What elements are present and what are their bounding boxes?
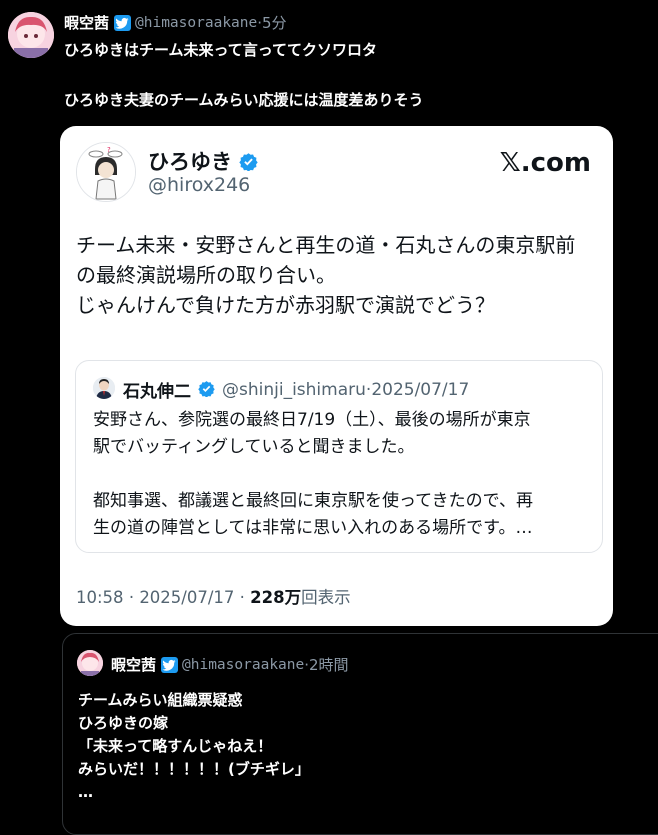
verified-check-icon [239,152,258,172]
embedded-display-name[interactable]: ひろゆき [148,146,232,176]
reply-line: チームみらい組織票疑惑 [78,691,243,709]
quoted-text: 安野さん、参院選の最終日7/19（土）、最後の場所が東京 駅でバッティングしてい… [93,407,533,542]
quoted-handle[interactable]: @shinji_ishimaru [222,380,366,400]
twitter-bird-badge-icon [161,656,179,673]
quoted-header: 石丸伸二 @shinji_ishimaru · 2025/07/17 [123,377,469,403]
reply-line: みらいだ！！！！！！(ブチギレ」 [78,760,310,778]
reply-handle[interactable]: @himasoraakane [182,657,304,673]
reply-display-name[interactable]: 暇空茜 [111,654,156,675]
embedded-line: の最終演説場所の取り合い。 [76,263,336,287]
quoted-line: 生の道の陣営としては非常に思い入れのある場所です。… [93,518,533,538]
meta-separator: · [239,588,245,607]
quoted-display-name[interactable]: 石丸伸二 [123,377,191,402]
embedded-line: チーム未来・安野さんと再生の道・石丸さんの東京駅前 [76,233,576,257]
meta-separator: · [128,588,135,607]
post-display-name[interactable]: 暇空茜 [64,12,109,33]
embedded-time[interactable]: 10:58 [76,588,124,607]
post-line: ひろゆき夫妻のチームみらい応援には温度差ありそう [64,91,424,109]
reply-time[interactable]: 2時間 [309,654,349,675]
quoted-line: 駅でバッティングしていると聞きました。 [93,437,415,457]
user-avatar[interactable] [8,12,54,58]
post-handle[interactable]: @himasoraakane [135,15,257,31]
twitter-bird-badge-icon [114,14,132,31]
svg-text:?: ? [107,146,111,154]
reply-line: … [78,783,93,801]
reply-line: 「未来って略すんじゃねえ！ [78,737,273,755]
post-time[interactable]: 5分 [262,12,287,33]
reply-post[interactable]: 暇空茜 @himasoraakane · 2時間 チームみらい組織票疑惑 ひろゆ… [62,633,658,835]
embedded-tweet-card[interactable]: ? ひろゆき @hirox246 𝕏.com チーム未来・安野さんと再生の道・石… [60,126,613,626]
view-count-label: 回表示 [301,588,351,607]
quoted-tweet[interactable]: 石丸伸二 @shinji_ishimaru · 2025/07/17 安野さん、… [75,360,603,553]
quoted-line: 都知事選、都議選と最終回に東京駅を使ってきたので、再 [93,491,533,511]
quoted-line: 安野さん、参院選の最終日7/19（土）、最後の場所が東京 [93,410,531,430]
embedded-name-row: ひろゆき [148,146,258,176]
quoted-date[interactable]: 2025/07/17 [371,380,469,400]
reply-header: 暇空茜 @himasoraakane · 2時間 [111,654,349,675]
verified-check-icon [198,380,217,399]
reply-text: チームみらい組織票疑惑 ひろゆきの嫁 「未来って略すんじゃねえ！ みらいだ！！！… [78,689,310,804]
view-count: 228万 [250,588,302,607]
embedded-date[interactable]: 2025/07/17 [139,588,234,607]
x-logo[interactable]: 𝕏.com [500,148,591,178]
reply-line: ひろゆきの嫁 [78,714,169,732]
reply-avatar[interactable] [77,650,103,676]
post-text: ひろゆきはチーム未来って言っててクソワロタ ひろゆき夫妻のチームみらい応援には温… [64,38,424,113]
embedded-text: チーム未来・安野さんと再生の道・石丸さんの東京駅前 の最終演説場所の取り合い。 … [76,230,597,320]
quoted-avatar[interactable] [93,377,115,399]
post-header: 暇空茜 @himasoraakane · 5分 [64,12,287,33]
embedded-handle[interactable]: @hirox246 [148,174,250,196]
embedded-meta: 10:58 · 2025/07/17 · 228万回表示 [76,584,351,608]
post-line: ひろゆきはチーム未来って言っててクソワロタ [64,41,378,59]
embedded-line: じゃんけんで負けた方が赤羽駅で演説でどう？ [76,293,495,317]
embedded-avatar[interactable]: ? [76,142,136,202]
